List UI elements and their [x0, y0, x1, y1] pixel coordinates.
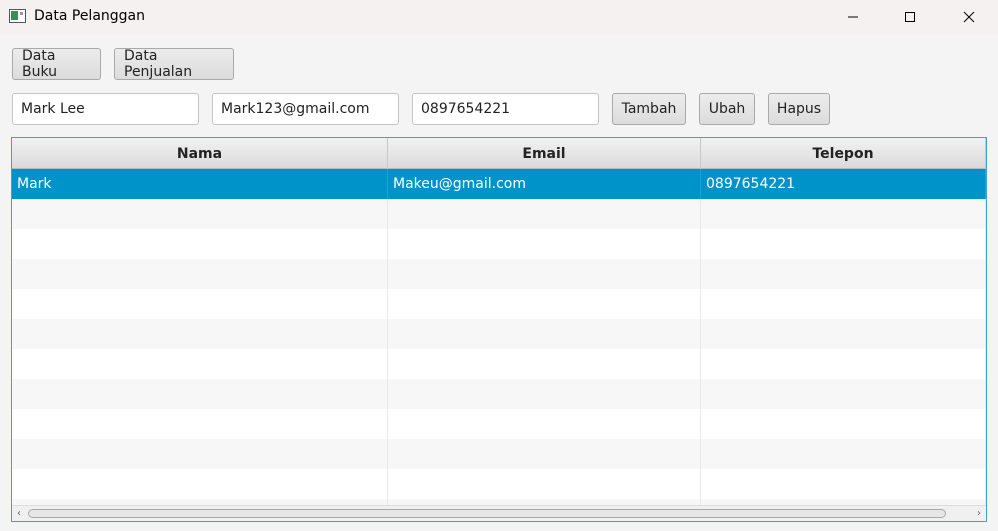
empty-table-row — [12, 259, 986, 289]
horizontal-scrollbar[interactable]: ‹ › — [12, 505, 986, 521]
ubah-button[interactable]: Ubah — [699, 93, 755, 125]
hapus-button[interactable]: Hapus — [768, 93, 830, 125]
table-body: Mark Makeu@gmail.com 0897654221 — [12, 169, 986, 521]
cell-nama: Mark — [12, 169, 388, 199]
scrollbar-thumb[interactable] — [28, 509, 946, 518]
data-buku-button[interactable]: Data Buku — [12, 48, 101, 80]
cell-email: Makeu@gmail.com — [388, 169, 701, 199]
telepon-input[interactable] — [412, 93, 599, 125]
scroll-right-icon[interactable]: › — [974, 509, 984, 519]
maximize-icon[interactable] — [887, 0, 933, 34]
empty-table-row — [12, 469, 986, 499]
close-icon[interactable] — [946, 0, 992, 34]
table-row[interactable]: Mark Makeu@gmail.com 0897654221 — [12, 169, 986, 199]
table-header: Nama Email Telepon — [12, 138, 986, 169]
empty-table-row — [12, 199, 986, 229]
column-header-email[interactable]: Email — [388, 138, 701, 169]
app-window-icon — [9, 9, 26, 23]
email-input[interactable] — [212, 93, 399, 125]
data-penjualan-button[interactable]: Data Penjualan — [114, 48, 234, 80]
column-header-nama[interactable]: Nama — [12, 138, 388, 169]
empty-table-row — [12, 409, 986, 439]
empty-table-row — [12, 229, 986, 259]
pelanggan-table[interactable]: Nama Email Telepon Mark Makeu@gmail.com … — [11, 137, 987, 522]
nama-input[interactable] — [12, 93, 199, 125]
cell-telepon: 0897654221 — [701, 169, 986, 199]
title-bar: Data Pelanggan — [0, 0, 998, 34]
minimize-icon[interactable] — [830, 0, 876, 34]
scroll-left-icon[interactable]: ‹ — [14, 509, 24, 519]
tambah-button[interactable]: Tambah — [612, 93, 686, 125]
column-header-telepon[interactable]: Telepon — [701, 138, 986, 169]
empty-table-row — [12, 349, 986, 379]
empty-table-row — [12, 289, 986, 319]
empty-table-row — [12, 439, 986, 469]
empty-table-row — [12, 319, 986, 349]
window-title: Data Pelanggan — [34, 8, 146, 24]
empty-table-row — [12, 379, 986, 409]
